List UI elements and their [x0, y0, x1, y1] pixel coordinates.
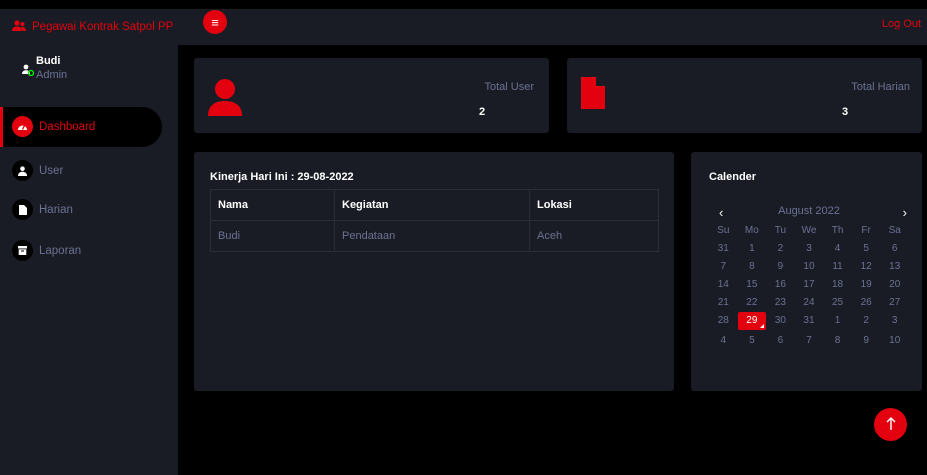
sidebar-item-label: Laporan: [39, 244, 82, 257]
calendar-day[interactable]: 10: [880, 334, 909, 348]
calendar-day[interactable]: 6: [766, 334, 795, 348]
calendar-day[interactable]: 24: [795, 296, 824, 310]
archive-icon: [12, 240, 33, 261]
calendar-day[interactable]: 3: [880, 314, 909, 328]
sidebar-item-label: Harian: [39, 203, 73, 216]
calendar-day[interactable]: 19: [852, 278, 881, 292]
sidebar-item-laporan[interactable]: Laporan: [12, 240, 81, 261]
panel-title: Calender: [709, 171, 757, 183]
sidebar-item-label: User: [39, 164, 64, 177]
column-header: Kegiatan: [334, 189, 530, 221]
calendar-day[interactable]: 3: [795, 242, 824, 256]
calendar-day[interactable]: 8: [738, 260, 767, 274]
calendar-day[interactable]: 12: [852, 260, 881, 274]
calendar-day[interactable]: 27: [880, 296, 909, 310]
kinerja-table: Nama Kegiatan Lokasi Budi Pendataan Aceh: [210, 189, 659, 252]
kinerja-panel: Kinerja Hari Ini : 29-08-2022 Nama Kegia…: [194, 152, 674, 391]
calendar-day[interactable]: 15: [738, 278, 767, 292]
dashboard-icon: [12, 116, 33, 137]
calendar-day[interactable]: 10: [795, 260, 824, 274]
calendar-day[interactable]: 5: [738, 334, 767, 348]
column-header: Nama: [210, 189, 335, 221]
user-role: Admin: [36, 69, 68, 81]
chevron-right-icon[interactable]: ›: [903, 205, 907, 220]
menu-toggle-button[interactable]: ≡: [203, 10, 227, 34]
logout-link[interactable]: Log Out: [882, 18, 921, 30]
sidebar-item-harian[interactable]: Harian: [12, 199, 73, 220]
calendar-day[interactable]: 5: [852, 242, 881, 256]
column-header: Lokasi: [529, 189, 659, 221]
table-header-row: Nama Kegiatan Lokasi: [210, 189, 659, 221]
calendar-day[interactable]: 4: [823, 242, 852, 256]
file-icon: [12, 199, 33, 220]
calendar-day[interactable]: 13: [880, 260, 909, 274]
calendar-day[interactable]: 22: [738, 296, 767, 310]
brand-title: Pegawai Kontrak Satpol PP: [32, 21, 174, 33]
calendar-day[interactable]: 2: [766, 242, 795, 256]
table-cell: Budi: [210, 220, 335, 252]
brand[interactable]: Pegawai Kontrak Satpol PP: [0, 9, 194, 45]
calendar-day[interactable]: 30: [766, 314, 795, 328]
calendar-day[interactable]: 1: [738, 242, 767, 256]
calendar-day[interactable]: 16: [766, 278, 795, 292]
calendar-panel: Calender ‹ August 2022 › Su Mo Tu We Th Fr Sa 3…: [691, 152, 922, 391]
table-cell: Pendataan: [334, 220, 530, 252]
weekday-label: Fr: [861, 225, 871, 236]
calendar-day[interactable]: 21: [709, 296, 738, 310]
calendar-day[interactable]: 7: [795, 334, 824, 348]
calendar-day[interactable]: 14: [709, 278, 738, 292]
calendar-day[interactable]: 25: [823, 296, 852, 310]
calendar-day[interactable]: 20: [880, 278, 909, 292]
panel-title: Kinerja Hari Ini : 29-08-2022: [210, 171, 354, 183]
weekday-label: Mo: [744, 225, 759, 236]
stat-card-total-user: Total User 2: [194, 58, 549, 133]
calendar-day[interactable]: 2: [852, 314, 881, 328]
calendar-day[interactable]: 31: [795, 314, 824, 328]
calendar-month[interactable]: August 2022: [711, 205, 907, 217]
calendar-day[interactable]: 18: [823, 278, 852, 292]
calendar-day[interactable]: 8: [823, 334, 852, 348]
user-icon: [208, 79, 242, 121]
scroll-top-button[interactable]: [874, 408, 907, 441]
user-icon: [12, 160, 33, 181]
weekday-label: Tu: [774, 225, 787, 236]
sidebar-item-user[interactable]: User: [12, 160, 63, 181]
arrow-up-icon: [886, 416, 896, 433]
file-icon: [581, 77, 605, 114]
sidebar-item-label: Dashboard: [39, 120, 96, 133]
user-name: Budi: [36, 55, 61, 67]
menu-icon: ≡: [211, 14, 219, 30]
calendar-day[interactable]: 28: [709, 314, 738, 328]
stat-value: 2: [479, 106, 486, 118]
weekday-label: Th: [831, 225, 844, 236]
calendar-day[interactable]: 31: [709, 242, 738, 256]
calendar-day[interactable]: 9: [852, 334, 881, 348]
users-icon: [12, 19, 26, 35]
weekday-label: Su: [717, 225, 730, 236]
stat-label: Total Harian: [851, 81, 910, 93]
calendar-day[interactable]: 6: [880, 242, 909, 256]
calendar-day[interactable]: 4: [709, 334, 738, 348]
stat-label: Total User: [484, 81, 534, 93]
calendar-day[interactable]: 1: [823, 314, 852, 328]
calendar-day[interactable]: 26: [852, 296, 881, 310]
header-bar: [194, 9, 927, 45]
weekday-label: We: [801, 225, 817, 236]
avatar: [22, 63, 35, 77]
sidebar-item-dashboard[interactable]: Dashboard: [12, 116, 95, 137]
table-cell: Aceh: [529, 220, 659, 252]
table-row: Budi Pendataan Aceh: [210, 220, 659, 252]
stat-value: 3: [842, 106, 849, 118]
calendar-grid: Su Mo Tu We Th Fr Sa 31 1 2 3 4 5 6 7 8 9 10 11 12 13 14 15 16 1…: [709, 224, 909, 348]
calendar-day[interactable]: 7: [709, 260, 738, 274]
calendar-day[interactable]: 9: [766, 260, 795, 274]
calendar-day[interactable]: 23: [766, 296, 795, 310]
calendar-day[interactable]: 11: [823, 260, 852, 274]
weekday-label: Sa: [888, 225, 901, 236]
calendar-day[interactable]: 17: [795, 278, 824, 292]
calendar-day-selected[interactable]: 29: [737, 312, 767, 330]
stat-card-total-harian: Total Harian 3: [567, 58, 922, 133]
